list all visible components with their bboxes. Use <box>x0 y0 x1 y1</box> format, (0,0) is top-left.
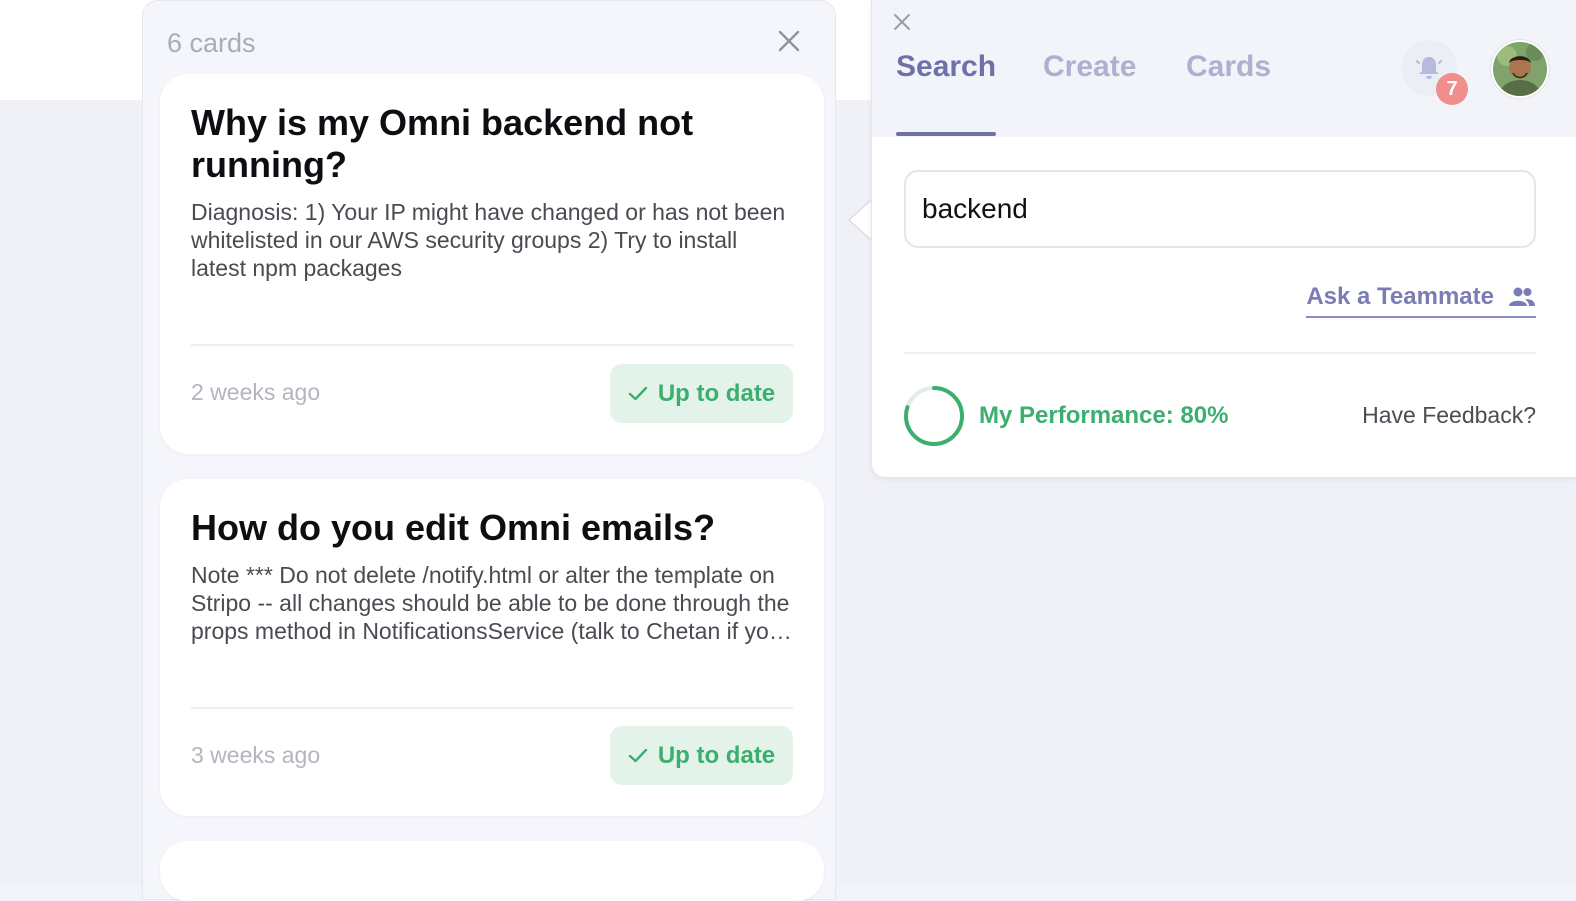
performance-ring <box>904 386 964 446</box>
cards-panel: 6 cards Why is my Omni backend not runni… <box>142 0 836 901</box>
knowledge-card[interactable] <box>160 841 824 901</box>
knowledge-card[interactable]: How do you edit Omni emails? Note *** Do… <box>160 479 824 816</box>
tab-cards[interactable]: Cards <box>1186 50 1271 84</box>
knowledge-card[interactable]: Why is my Omni backend not running? Diag… <box>160 74 824 454</box>
ask-teammate-label: Ask a Teammate <box>1306 283 1494 310</box>
feedback-link[interactable]: Have Feedback? <box>1362 402 1536 429</box>
active-tab-indicator <box>896 132 996 136</box>
performance-label: My Performance: 80% <box>979 402 1229 429</box>
divider <box>904 352 1536 354</box>
card-date: 3 weeks ago <box>191 742 321 768</box>
tab-search[interactable]: Search <box>896 50 996 84</box>
card-title: How do you edit Omni emails? <box>191 507 716 548</box>
check-icon <box>628 386 648 400</box>
status-label: Up to date <box>657 379 776 407</box>
card-divider <box>191 344 793 346</box>
ask-teammate-link[interactable]: Ask a Teammate <box>1306 280 1536 318</box>
notification-count-badge: 7 <box>1436 73 1468 105</box>
search-input[interactable] <box>904 170 1536 248</box>
status-badge[interactable]: Up to date <box>610 364 793 423</box>
pointer-arrow <box>847 200 871 240</box>
card-title: Why is my Omni backend not running? <box>191 102 694 185</box>
cards-panel-header: 6 cards <box>167 25 811 65</box>
search-panel-header: Search Create Cards 7 <box>872 0 1576 137</box>
tab-create[interactable]: Create <box>1043 50 1136 84</box>
status-badge[interactable]: Up to date <box>610 726 793 785</box>
card-date: 2 weeks ago <box>191 379 321 405</box>
card-body: Note *** Do not delete /notify.html or a… <box>191 562 790 644</box>
people-icon <box>1509 287 1535 306</box>
card-body: Diagnosis: 1) Your IP might have changed… <box>191 199 786 281</box>
cards-count: 6 cards <box>167 28 256 58</box>
status-label: Up to date <box>657 741 776 769</box>
search-panel: Search Create Cards 7 Ask a <box>871 0 1576 478</box>
check-icon <box>628 748 648 762</box>
close-icon[interactable] <box>775 27 803 55</box>
user-avatar[interactable] <box>1491 40 1549 98</box>
card-divider <box>191 707 793 709</box>
close-icon[interactable] <box>892 12 912 32</box>
